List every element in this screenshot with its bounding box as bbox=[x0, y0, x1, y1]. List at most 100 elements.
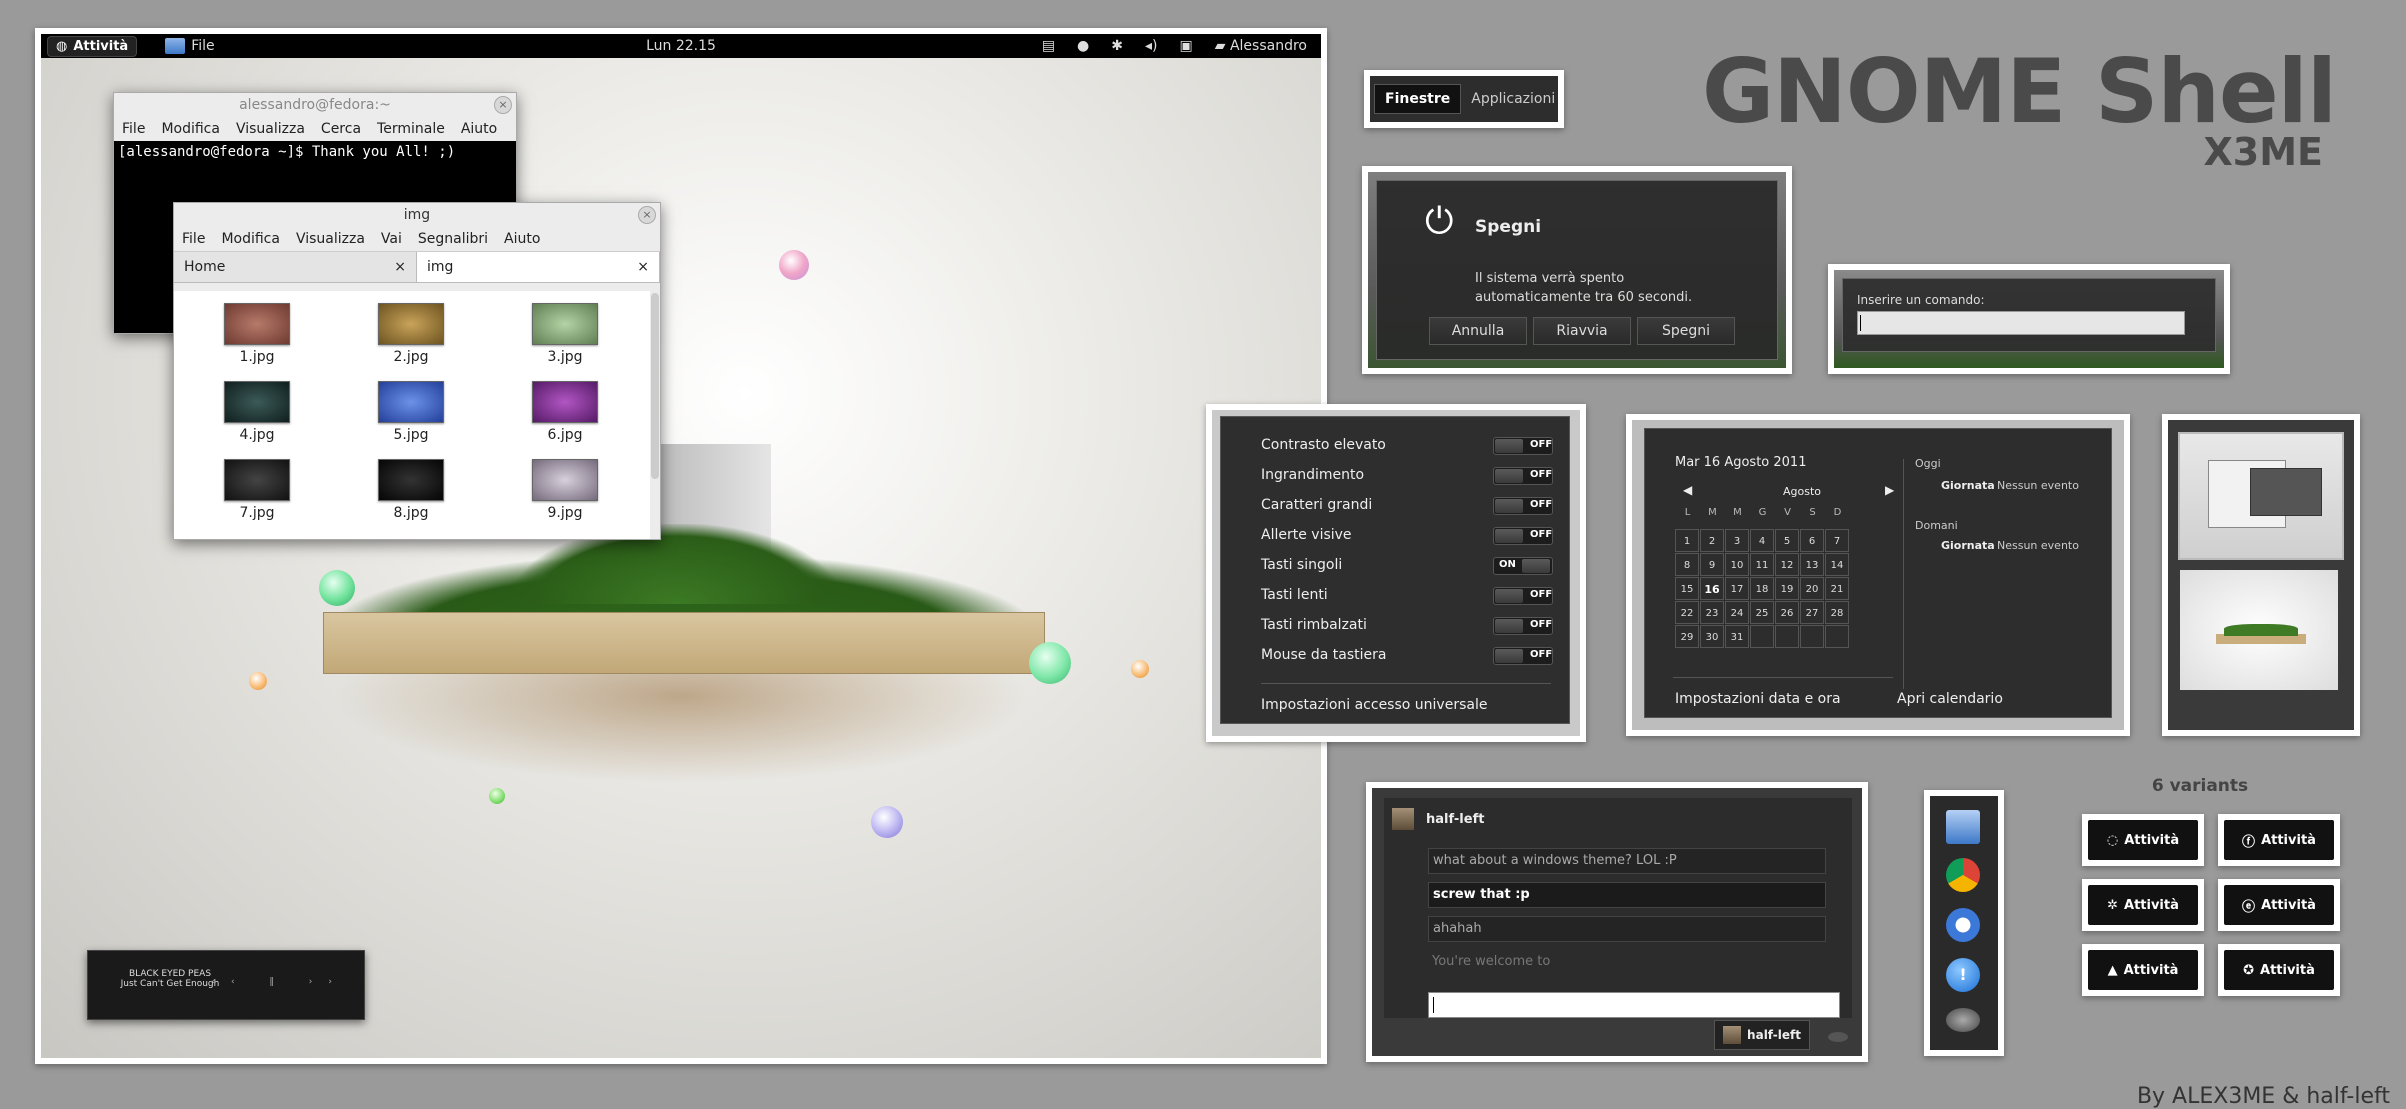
calendar-day[interactable]: 15 bbox=[1675, 577, 1699, 600]
a11y-toggle-switch[interactable]: OFF bbox=[1493, 467, 1553, 485]
menu-go[interactable]: Vai bbox=[381, 231, 402, 247]
calendar-day[interactable]: 9 bbox=[1700, 553, 1724, 576]
open-calendar-link[interactable]: Apri calendario bbox=[1897, 691, 2003, 707]
files-icon[interactable] bbox=[1946, 810, 1980, 844]
file-label[interactable]: 2.jpg bbox=[366, 349, 456, 365]
calendar-day[interactable]: 17 bbox=[1725, 577, 1749, 600]
a11y-toggle-switch[interactable]: OFF bbox=[1493, 437, 1553, 455]
calendar-day[interactable]: 3 bbox=[1725, 529, 1749, 552]
chat-input[interactable] bbox=[1428, 992, 1840, 1018]
file-thumbnail[interactable] bbox=[532, 303, 598, 345]
dock-app-icon[interactable] bbox=[1946, 1008, 1980, 1032]
calendar-day[interactable]: 1 bbox=[1675, 529, 1699, 552]
menu-view[interactable]: Visualizza bbox=[296, 231, 365, 247]
window-preview-desktop[interactable] bbox=[2180, 570, 2338, 690]
menu-search[interactable]: Cerca bbox=[321, 121, 361, 137]
file-label[interactable]: 9.jpg bbox=[520, 505, 610, 521]
a11y-toggle-switch[interactable]: OFF bbox=[1493, 527, 1553, 545]
file-thumbnail[interactable] bbox=[224, 381, 290, 423]
menu-file[interactable]: File bbox=[122, 121, 145, 137]
calendar-day[interactable]: 11 bbox=[1750, 553, 1774, 576]
menu-edit[interactable]: Modifica bbox=[161, 121, 220, 137]
window-preview-file-manager[interactable] bbox=[2178, 432, 2344, 560]
file-thumbnail[interactable] bbox=[224, 459, 290, 501]
close-icon[interactable]: × bbox=[637, 259, 649, 275]
activities-variant-button[interactable]: ✲ Attività bbox=[2082, 879, 2204, 931]
calendar-day[interactable]: 10 bbox=[1725, 553, 1749, 576]
file-thumbnail[interactable] bbox=[532, 459, 598, 501]
calendar-day[interactable]: 20 bbox=[1800, 577, 1824, 600]
calendar-day[interactable]: 30 bbox=[1700, 625, 1724, 648]
file-label[interactable]: 1.jpg bbox=[212, 349, 302, 365]
calendar-day[interactable]: 26 bbox=[1775, 601, 1799, 624]
date-settings-link[interactable]: Impostazioni data e ora bbox=[1675, 691, 1841, 707]
file-thumbnail[interactable] bbox=[532, 381, 598, 423]
chat-tray-item[interactable]: half-left bbox=[1714, 1020, 1810, 1050]
calendar-day[interactable]: 29 bbox=[1675, 625, 1699, 648]
calendar-day[interactable]: 31 bbox=[1725, 625, 1749, 648]
a11y-toggle-switch[interactable]: OFF bbox=[1493, 647, 1553, 665]
a11y-toggle-switch[interactable]: OFF bbox=[1493, 617, 1553, 635]
tab-home[interactable]: Home × bbox=[174, 252, 417, 282]
menu-bookmarks[interactable]: Segnalibri bbox=[418, 231, 488, 247]
activities-variant-button[interactable]: ⓕ Attività bbox=[2218, 814, 2340, 866]
file-manager-window[interactable]: img × File Modifica Visualizza Vai Segna… bbox=[173, 202, 661, 540]
calendar-day[interactable]: 5 bbox=[1775, 529, 1799, 552]
file-thumbnail[interactable] bbox=[378, 303, 444, 345]
menu-view[interactable]: Visualizza bbox=[236, 121, 305, 137]
calendar-day[interactable]: 13 bbox=[1800, 553, 1824, 576]
a11y-toggle-switch[interactable]: OFF bbox=[1493, 497, 1553, 515]
menu-file[interactable]: File bbox=[182, 231, 205, 247]
a11y-toggle-switch[interactable]: OFF bbox=[1493, 587, 1553, 605]
menu-edit[interactable]: Modifica bbox=[221, 231, 280, 247]
a11y-settings-link[interactable]: Impostazioni accesso universale bbox=[1261, 697, 1487, 713]
scrollbar[interactable] bbox=[651, 293, 659, 479]
menu-help[interactable]: Aiuto bbox=[504, 231, 540, 247]
app-menu-file[interactable]: File bbox=[165, 38, 215, 54]
tab-applications[interactable]: Applicazioni bbox=[1465, 85, 1558, 113]
calendar-day[interactable]: 2 bbox=[1700, 529, 1724, 552]
activities-variant-button[interactable]: ◌ Attività bbox=[2082, 814, 2204, 866]
network-icon[interactable]: ▣ bbox=[1180, 38, 1193, 54]
a11y-toggle-switch[interactable]: ON bbox=[1493, 557, 1553, 575]
file-label[interactable]: 8.jpg bbox=[366, 505, 456, 521]
calendar-day[interactable]: 27 bbox=[1800, 601, 1824, 624]
file-thumbnail[interactable] bbox=[224, 303, 290, 345]
calendar-day[interactable]: 19 bbox=[1775, 577, 1799, 600]
clock[interactable]: Lun 22.15 bbox=[646, 38, 716, 54]
activities-variant-button[interactable]: ▲ Attività bbox=[2082, 944, 2204, 996]
next-month-icon[interactable]: ▶ bbox=[1885, 483, 1894, 497]
calendar-day[interactable]: 16 bbox=[1700, 577, 1724, 600]
tab-windows[interactable]: Finestre bbox=[1374, 84, 1462, 114]
software-icon[interactable] bbox=[1946, 908, 1980, 942]
activities-variant-button[interactable]: ✪ Attività bbox=[2218, 944, 2340, 996]
calendar-day[interactable]: 22 bbox=[1675, 601, 1699, 624]
accessibility-icon[interactable]: ✱ bbox=[1111, 38, 1123, 54]
calendar-day[interactable]: 25 bbox=[1750, 601, 1774, 624]
playback-controls[interactable]: ‹‹ ‖ ›› bbox=[211, 977, 348, 987]
shutdown-button[interactable]: Spegni bbox=[1637, 317, 1735, 345]
tray-toggle-icon[interactable] bbox=[1828, 1032, 1848, 1042]
calendar-day[interactable]: 4 bbox=[1750, 529, 1774, 552]
file-label[interactable]: 4.jpg bbox=[212, 427, 302, 443]
file-thumbnail[interactable] bbox=[378, 381, 444, 423]
calendar-day[interactable]: 21 bbox=[1825, 577, 1849, 600]
calendar-day[interactable]: 14 bbox=[1825, 553, 1849, 576]
close-icon[interactable]: × bbox=[394, 259, 406, 275]
menu-terminal[interactable]: Terminale bbox=[377, 121, 445, 137]
file-label[interactable]: 7.jpg bbox=[212, 505, 302, 521]
cancel-button[interactable]: Annulla bbox=[1429, 317, 1527, 345]
tab-img[interactable]: img × bbox=[417, 252, 660, 282]
file-label[interactable]: 6.jpg bbox=[520, 427, 610, 443]
user-menu[interactable]: ▰ Alessandro bbox=[1215, 38, 1307, 54]
activities-button[interactable]: ◍ Attività bbox=[47, 35, 138, 57]
calendar-day[interactable]: 8 bbox=[1675, 553, 1699, 576]
file-thumbnail[interactable] bbox=[378, 459, 444, 501]
calendar-day[interactable]: 7 bbox=[1825, 529, 1849, 552]
calendar-day[interactable]: 28 bbox=[1825, 601, 1849, 624]
calendar-day[interactable]: 18 bbox=[1750, 577, 1774, 600]
file-label[interactable]: 5.jpg bbox=[366, 427, 456, 443]
volume-icon[interactable]: ◂) bbox=[1145, 38, 1158, 54]
activities-variant-button[interactable]: ⓔ Attività bbox=[2218, 879, 2340, 931]
chat-icon[interactable]: ! bbox=[1946, 958, 1980, 992]
